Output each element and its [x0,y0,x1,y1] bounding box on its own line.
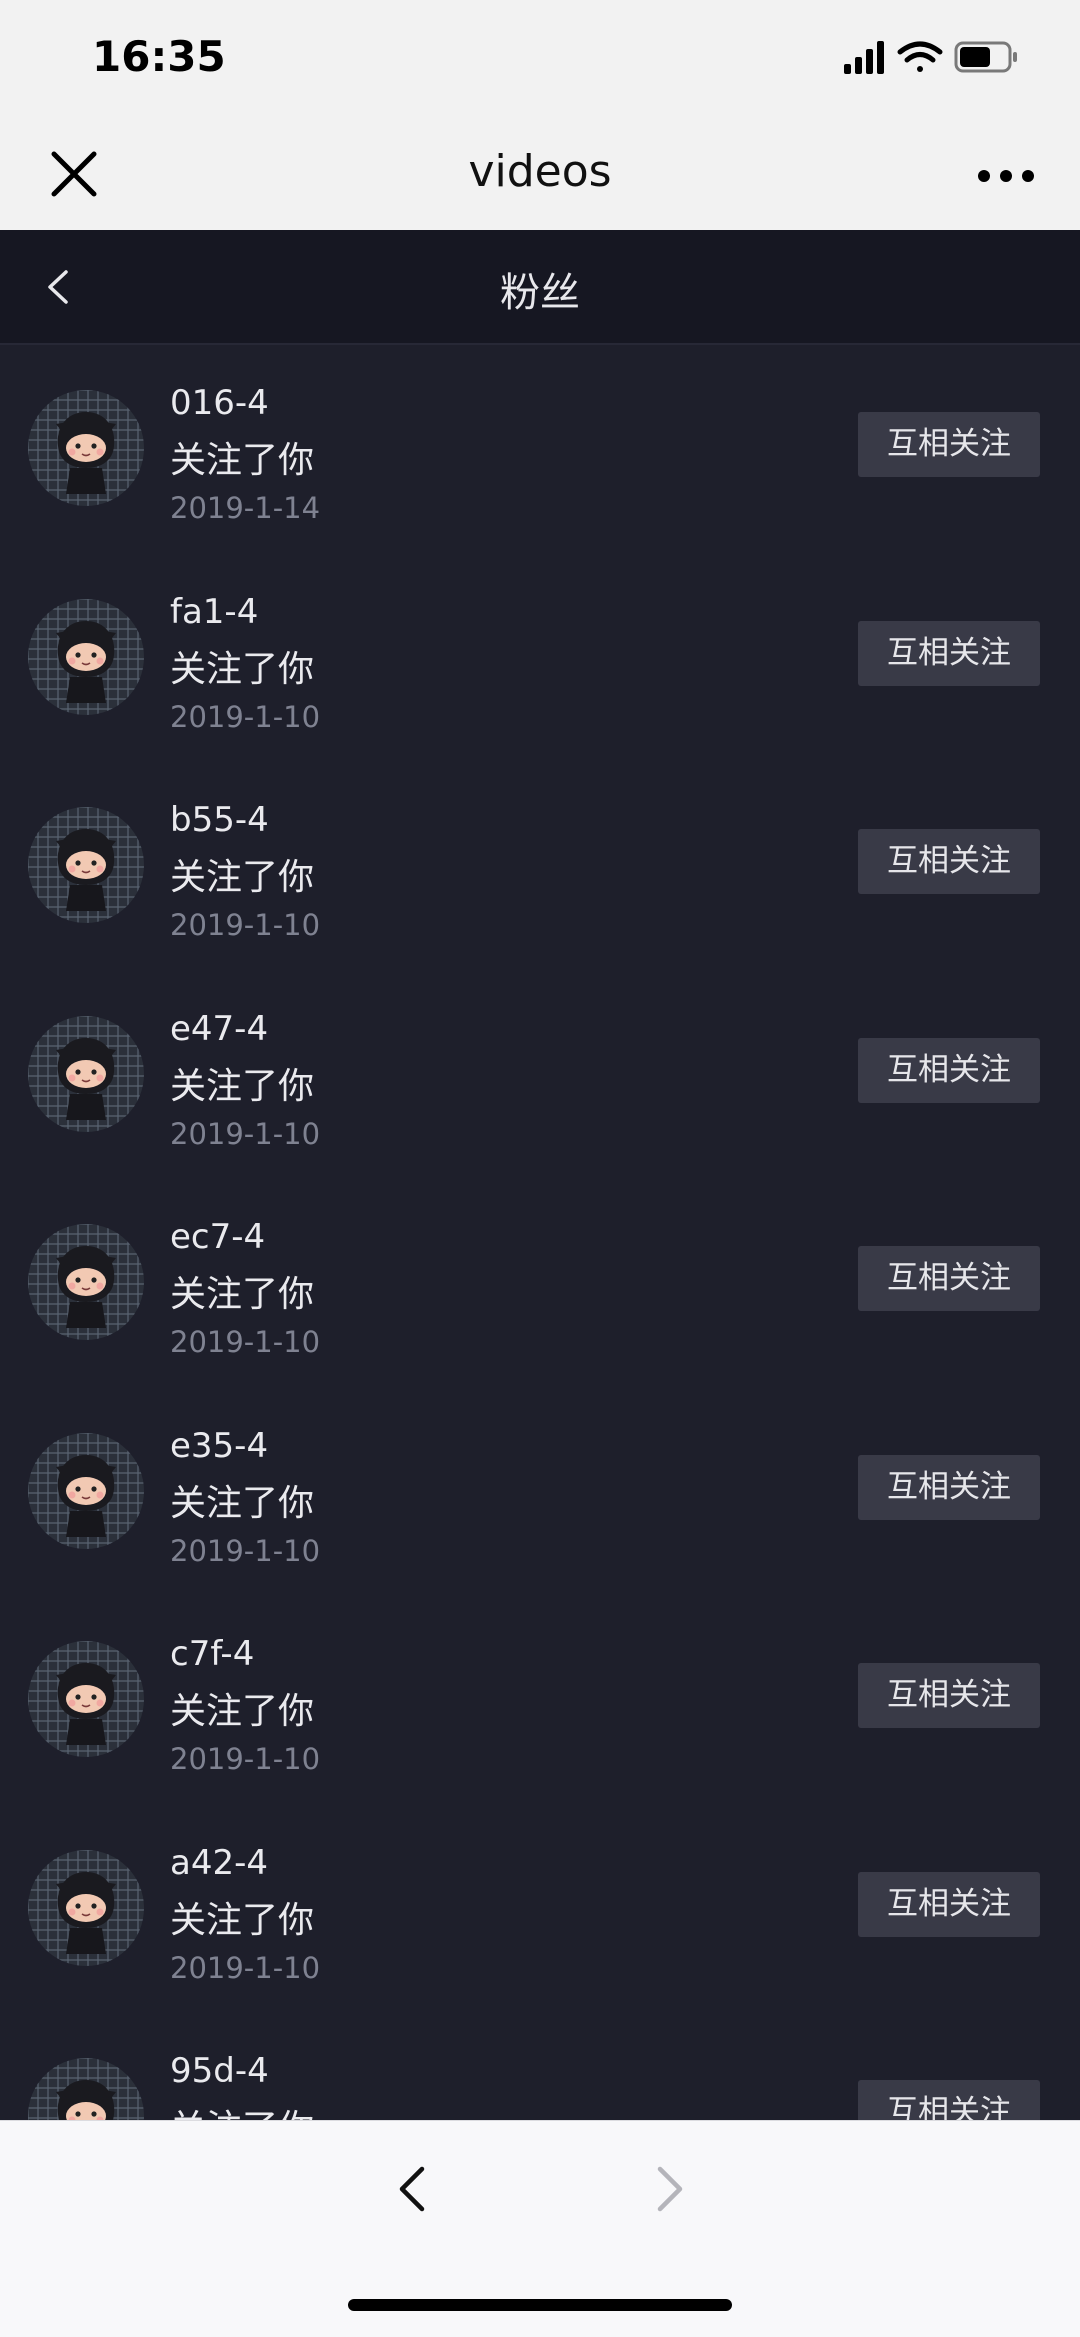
wifi-icon [897,41,943,72]
follower-row[interactable]: c7f-4 关注了你 2019-1-10 互相关注 [0,1598,1080,1807]
follower-row[interactable]: fa1-4 关注了你 2019-1-10 互相关注 [0,556,1080,765]
follower-row[interactable]: ec7-4 关注了你 2019-1-10 互相关注 [0,1181,1080,1390]
mutual-follow-button[interactable]: 互相关注 [858,1663,1040,1728]
avatar[interactable] [28,1432,144,1549]
home-indicator [348,2299,732,2311]
follower-name: b55-4 [170,800,269,840]
follower-name: ec7-4 [170,1217,266,1257]
mutual-follow-button[interactable]: 互相关注 [858,412,1040,477]
follow-date: 2019-1-10 [170,908,321,942]
follow-date: 2019-1-10 [170,699,321,734]
browser-back-icon[interactable] [392,2159,432,2219]
follower-name: 016-4 [170,383,269,423]
follow-action-text: 关注了你 [170,648,315,690]
follow-date: 2019-1-14 [170,491,321,525]
follower-row[interactable]: 95d-4 关注了你 互相关注 [0,2015,1080,2120]
follower-name: fa1-4 [170,591,259,632]
follow-date: 2019-1-10 [170,1116,321,1151]
follow-action-text: 关注了你 [170,2099,314,2120]
avatar[interactable] [28,1015,144,1132]
follower-row[interactable]: a42-4 关注了你 2019-1-10 互相关注 [0,1807,1080,2016]
follow-action-text: 关注了你 [170,1065,315,1107]
webview-header: videos [0,120,1080,230]
avatar[interactable] [28,807,144,923]
mutual-follow-button[interactable]: 互相关注 [858,1454,1040,1520]
mutual-follow-button[interactable]: 互相关注 [858,620,1040,686]
mutual-follow-button[interactable]: 互相关注 [858,829,1040,894]
follow-action-text: 关注了你 [170,440,315,481]
follower-row[interactable]: e35-4 关注了你 2019-1-10 互相关注 [0,1390,1080,1599]
follower-name: e47-4 [170,1008,269,1049]
status-icons [844,41,1017,74]
battery-icon [954,41,1017,73]
nav-bar: 粉丝 [0,230,1080,345]
avatar[interactable] [28,2058,144,2120]
more-icon[interactable] [976,156,1036,196]
follow-action-text: 关注了你 [170,1691,315,1732]
follow-date: 2019-1-10 [170,1950,321,1985]
follower-name: e35-4 [170,1425,269,1466]
avatar[interactable] [28,1849,144,1966]
follower-name: 95d-4 [170,2051,269,2091]
avatar[interactable] [28,1224,144,1340]
follower-row[interactable]: e47-4 关注了你 2019-1-10 互相关注 [0,973,1080,1182]
page-title: 粉丝 [500,270,580,316]
follow-action-text: 关注了你 [170,1482,315,1524]
browser-toolbar [0,2120,1080,2337]
mutual-follow-button[interactable]: 互相关注 [858,1871,1040,1937]
follower-name: c7f-4 [170,1634,255,1674]
follow-action-text: 关注了你 [170,857,315,898]
browser-forward-icon[interactable] [650,2159,690,2219]
follow-action-text: 关注了你 [170,1274,315,1315]
follow-date: 2019-1-10 [170,1533,321,1568]
webview-title: videos [468,146,612,197]
mutual-follow-button[interactable]: 互相关注 [858,1246,1040,1311]
followers-list: 016-4 关注了你 2019-1-14 互相关注 fa1-4 关注了你 2019-1-10… [0,347,1080,2120]
follow-date: 2019-1-10 [170,1325,321,1359]
status-bar: 16:35 [0,0,1080,120]
follow-action-text: 关注了你 [170,1899,315,1941]
mutual-follow-button[interactable]: 互相关注 [858,1037,1040,1103]
follower-row[interactable]: b55-4 关注了你 2019-1-10 互相关注 [0,764,1080,973]
follower-name: a42-4 [170,1842,268,1883]
follow-date: 2019-1-10 [170,1742,321,1776]
followers-page: 粉丝 016-4 关注了你 2019-1-14 互相关注 fa1-4 关注了你 2019-1… [0,230,1080,2120]
mutual-follow-button[interactable]: 互相关注 [858,2080,1040,2120]
avatar[interactable] [28,598,144,715]
avatar[interactable] [28,390,144,506]
status-time: 16:35 [92,32,226,81]
signal-icon [844,41,884,74]
follower-row[interactable]: 016-4 关注了你 2019-1-14 互相关注 [0,347,1080,556]
avatar[interactable] [28,1641,144,1757]
